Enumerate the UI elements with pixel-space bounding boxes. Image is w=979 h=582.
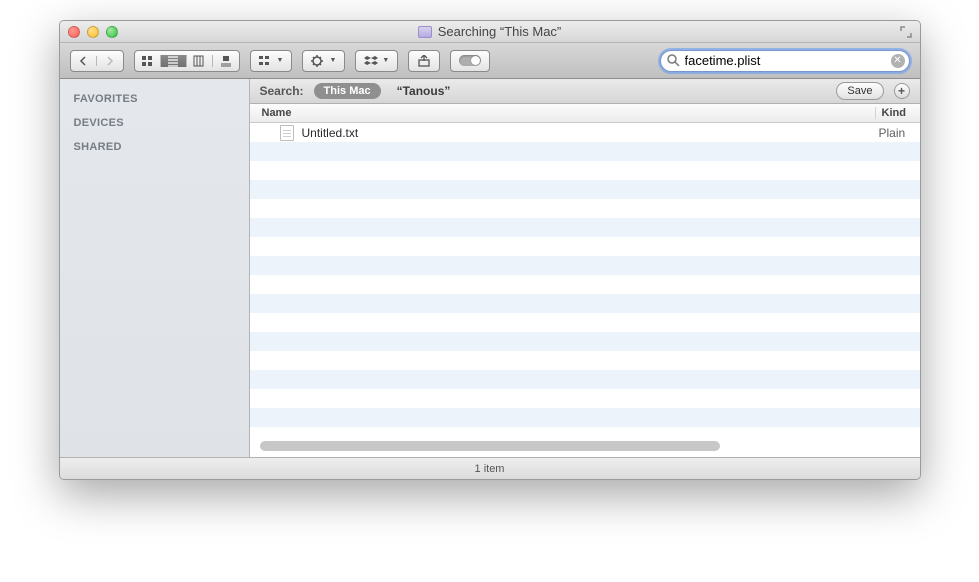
table-row bbox=[250, 237, 920, 256]
toolbar: ▼ ▼ ▼ ✕ bbox=[60, 43, 920, 79]
status-text: 1 item bbox=[475, 463, 505, 475]
status-bar: 1 item bbox=[60, 457, 920, 479]
column-kind[interactable]: Kind bbox=[875, 107, 920, 119]
table-row bbox=[250, 370, 920, 389]
traffic-lights bbox=[68, 26, 118, 38]
minimize-button[interactable] bbox=[87, 26, 99, 38]
main-area: Search: This Mac “Tanous” Save + Name Ki… bbox=[250, 79, 920, 457]
horizontal-scrollbar[interactable] bbox=[260, 441, 918, 453]
list-header: Name Kind bbox=[250, 104, 920, 123]
back-button[interactable] bbox=[71, 56, 97, 66]
table-row bbox=[250, 199, 920, 218]
table-row bbox=[250, 351, 920, 370]
clear-search-button[interactable]: ✕ bbox=[891, 54, 905, 68]
save-search-button[interactable]: Save bbox=[836, 82, 883, 100]
sidebar-section-devices[interactable]: DEVICES bbox=[74, 117, 249, 129]
nav-back-forward bbox=[70, 50, 124, 72]
finder-window: Searching “This Mac” bbox=[59, 20, 921, 480]
search-field-wrap: ✕ bbox=[660, 50, 910, 72]
table-row bbox=[250, 142, 920, 161]
table-row bbox=[250, 294, 920, 313]
fullscreen-icon[interactable] bbox=[900, 26, 912, 38]
scrollbar-thumb[interactable] bbox=[260, 441, 721, 451]
close-button[interactable] bbox=[68, 26, 80, 38]
scope-label: Search: bbox=[260, 84, 304, 98]
view-coverflow[interactable] bbox=[213, 55, 239, 67]
zoom-button[interactable] bbox=[106, 26, 118, 38]
search-input[interactable] bbox=[660, 50, 910, 72]
column-name[interactable]: Name bbox=[250, 107, 875, 119]
window-title: Searching “This Mac” bbox=[438, 24, 562, 39]
search-icon bbox=[667, 54, 680, 67]
scope-folder[interactable]: “Tanous” bbox=[391, 82, 457, 100]
file-kind: Plain bbox=[875, 126, 920, 140]
chevron-down-icon: ▼ bbox=[329, 57, 336, 64]
titlebar: Searching “This Mac” bbox=[60, 21, 920, 43]
table-row bbox=[250, 313, 920, 332]
dropbox-button[interactable]: ▼ bbox=[355, 50, 398, 72]
proxy-folder-icon bbox=[418, 26, 432, 38]
toggle-switch-icon bbox=[459, 55, 481, 66]
file-name: Untitled.txt bbox=[302, 126, 875, 140]
table-row bbox=[250, 161, 920, 180]
table-row bbox=[250, 389, 920, 408]
chevron-down-icon: ▼ bbox=[382, 57, 389, 64]
sidebar-section-favorites[interactable]: FAVORITES bbox=[74, 93, 249, 105]
toggle-button[interactable] bbox=[450, 50, 490, 72]
table-row bbox=[250, 256, 920, 275]
table-row[interactable]: Untitled.txtPlain bbox=[250, 123, 920, 142]
table-row bbox=[250, 332, 920, 351]
view-mode-segment bbox=[134, 50, 240, 72]
scope-this-mac[interactable]: This Mac bbox=[314, 83, 381, 99]
add-criteria-button[interactable]: + bbox=[894, 83, 910, 99]
action-button[interactable]: ▼ bbox=[302, 50, 345, 72]
sidebar-section-shared[interactable]: SHARED bbox=[74, 141, 249, 153]
file-list: Untitled.txtPlain bbox=[250, 123, 920, 457]
search-scope-bar: Search: This Mac “Tanous” Save + bbox=[250, 79, 920, 104]
view-list[interactable] bbox=[161, 55, 187, 67]
share-button[interactable] bbox=[408, 50, 440, 72]
view-column[interactable] bbox=[187, 55, 213, 67]
sidebar: FAVORITES DEVICES SHARED bbox=[60, 79, 250, 457]
view-icon-grid[interactable] bbox=[135, 55, 161, 67]
table-row bbox=[250, 408, 920, 427]
window-title-area: Searching “This Mac” bbox=[60, 24, 920, 39]
titlebar-right bbox=[900, 26, 912, 38]
arrange-button[interactable]: ▼ bbox=[250, 50, 293, 72]
file-icon bbox=[280, 125, 294, 141]
forward-button[interactable] bbox=[97, 56, 123, 66]
table-row bbox=[250, 275, 920, 294]
chevron-down-icon: ▼ bbox=[277, 57, 284, 64]
table-row bbox=[250, 218, 920, 237]
table-row bbox=[250, 180, 920, 199]
